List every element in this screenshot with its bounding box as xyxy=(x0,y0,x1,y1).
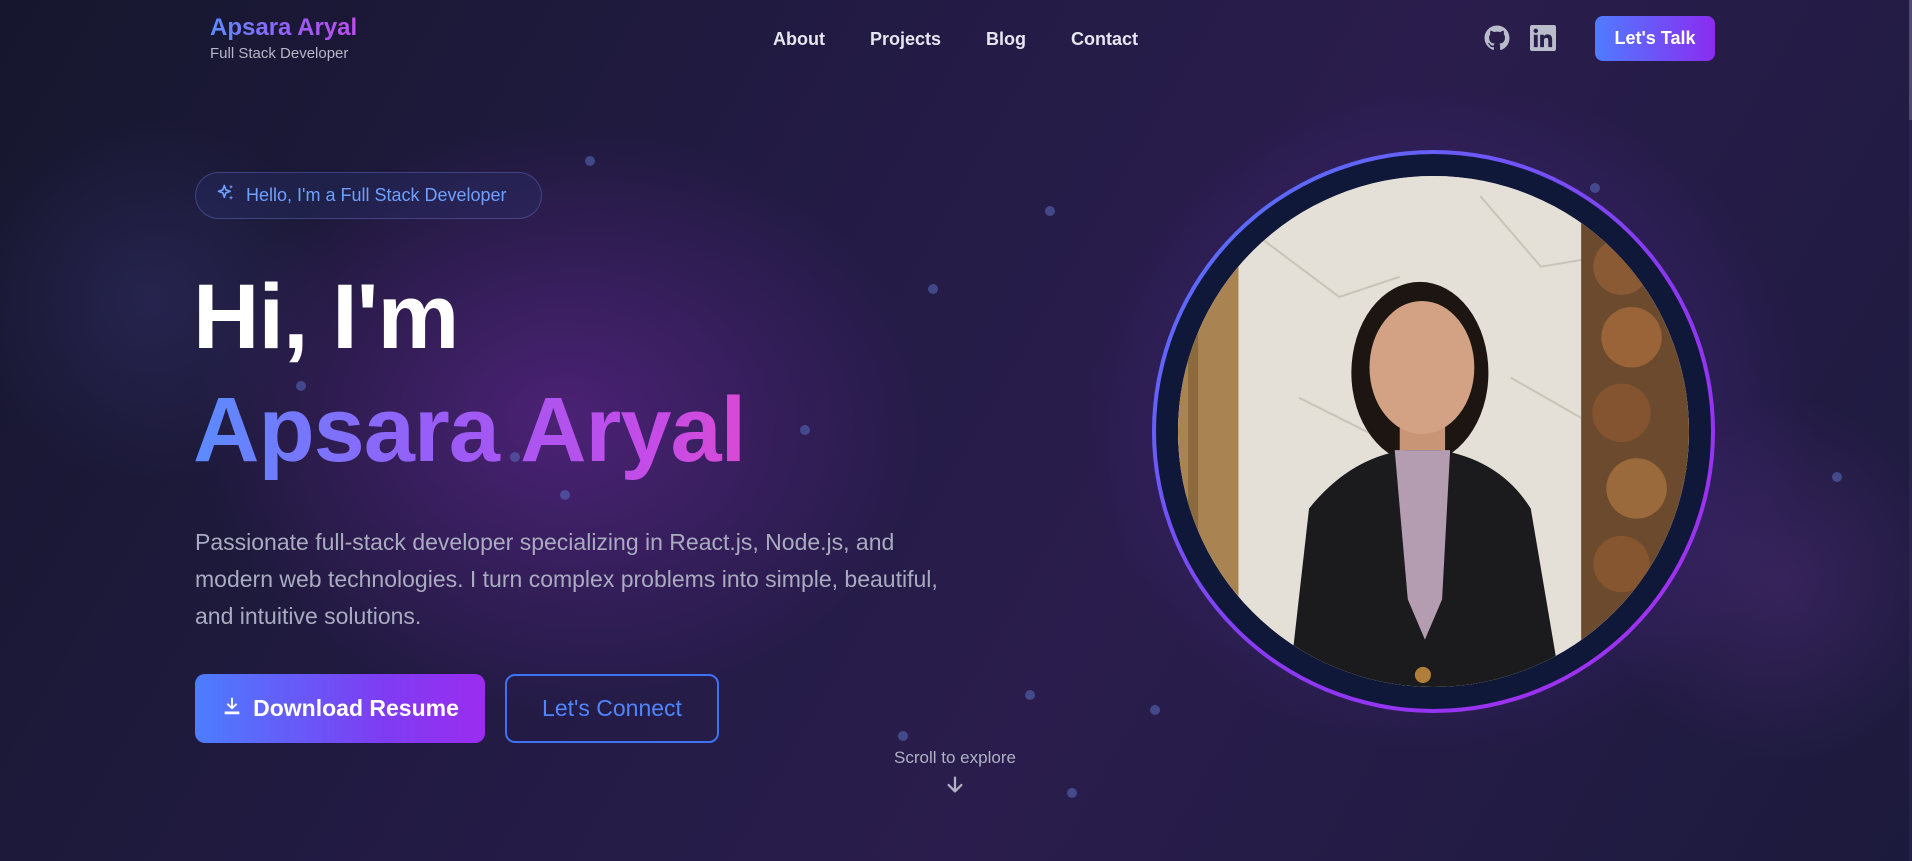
social-links xyxy=(1484,25,1556,51)
decorative-dot xyxy=(1025,690,1035,700)
linkedin-icon[interactable] xyxy=(1530,25,1556,51)
download-icon xyxy=(221,695,243,723)
hero-greeting: Hi, I'm xyxy=(193,266,459,368)
arrow-down-icon xyxy=(944,774,966,796)
nav-link-about[interactable]: About xyxy=(773,27,825,51)
decorative-dot xyxy=(1067,788,1077,798)
profile-photo-border xyxy=(1156,154,1711,709)
nav-link-contact[interactable]: Contact xyxy=(1071,27,1138,51)
lets-connect-button[interactable]: Let's Connect xyxy=(505,674,719,743)
hero-badge-text: Hello, I'm a Full Stack Developer xyxy=(246,185,507,205)
profile-photo-frame xyxy=(1152,150,1715,713)
brand[interactable]: Apsara Aryal Full Stack Developer xyxy=(210,13,357,62)
decorative-dot xyxy=(585,156,595,166)
hero-badge: Hello, I'm a Full Stack Developer xyxy=(195,172,542,219)
brand-subtitle: Full Stack Developer xyxy=(210,45,349,62)
download-resume-label: Download Resume xyxy=(253,695,459,721)
decorative-dot xyxy=(928,284,938,294)
hero-name: Apsara Aryal xyxy=(193,375,746,485)
decorative-dot xyxy=(1150,705,1160,715)
decorative-dot xyxy=(560,490,570,500)
brand-name[interactable]: Apsara Aryal xyxy=(210,13,357,43)
main-nav: About Projects Blog Contact xyxy=(773,27,1138,51)
decorative-dot xyxy=(800,425,810,435)
nav-link-projects[interactable]: Projects xyxy=(870,27,941,51)
decorative-dot xyxy=(1045,206,1055,216)
site-header: Apsara Aryal Full Stack Developer About … xyxy=(0,0,1912,78)
profile-photo-illustration xyxy=(1178,176,1689,687)
decorative-dot xyxy=(898,731,908,741)
sparkles-icon xyxy=(216,183,236,208)
nav-link-blog[interactable]: Blog xyxy=(986,27,1026,51)
scroll-hint-text: Scroll to explore xyxy=(894,748,1016,767)
scroll-hint[interactable]: Scroll to explore xyxy=(855,748,1055,796)
decorative-dot xyxy=(1832,472,1842,482)
profile-photo xyxy=(1178,176,1689,687)
lets-talk-button[interactable]: Let's Talk xyxy=(1595,16,1715,61)
hero-description: Passionate full-stack developer speciali… xyxy=(195,529,938,629)
github-icon[interactable] xyxy=(1484,25,1510,51)
download-resume-button[interactable]: Download Resume xyxy=(195,674,485,743)
